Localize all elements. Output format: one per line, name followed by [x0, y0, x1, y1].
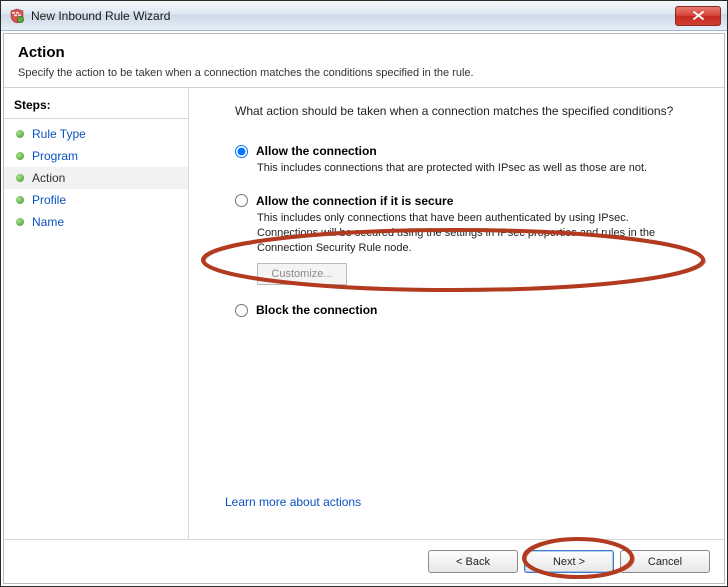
bullet-icon	[16, 130, 24, 138]
close-button[interactable]	[675, 6, 721, 26]
steps-heading: Steps:	[4, 94, 188, 119]
option-block-label: Block the connection	[256, 303, 377, 317]
option-allow-label: Allow the connection	[256, 144, 377, 158]
steps-sidebar: Steps: Rule Type Program Action Profile	[4, 88, 189, 539]
wizard-window: New Inbound Rule Wizard Action Specify t…	[0, 0, 728, 587]
titlebar: New Inbound Rule Wizard	[1, 1, 727, 31]
step-label: Profile	[32, 193, 66, 207]
page-title: Action	[18, 44, 710, 61]
step-label: Action	[32, 171, 65, 185]
step-label: Rule Type	[32, 127, 86, 141]
radio-block[interactable]	[235, 304, 248, 317]
wizard-content: Steps: Rule Type Program Action Profile	[4, 88, 724, 539]
bullet-icon	[16, 174, 24, 182]
firewall-app-icon	[9, 8, 25, 24]
step-profile[interactable]: Profile	[4, 189, 188, 211]
step-label: Name	[32, 215, 64, 229]
cancel-button[interactable]: Cancel	[620, 550, 710, 573]
learn-more-link[interactable]: Learn more about actions	[225, 495, 702, 509]
close-icon	[693, 11, 704, 20]
wizard-body: Action Specify the action to be taken wh…	[3, 33, 725, 584]
page-subtitle: Specify the action to be taken when a co…	[18, 67, 710, 79]
step-rule-type[interactable]: Rule Type	[4, 123, 188, 145]
option-block: Block the connection	[235, 303, 702, 320]
main-panel: What action should be taken when a conne…	[189, 88, 724, 539]
bullet-icon	[16, 152, 24, 160]
step-action[interactable]: Action	[4, 167, 188, 189]
option-secure-label: Allow the connection if it is secure	[256, 194, 453, 208]
wizard-header: Action Specify the action to be taken wh…	[4, 34, 724, 88]
step-name[interactable]: Name	[4, 211, 188, 233]
option-allow: Allow the connection This includes conne…	[235, 144, 702, 176]
bullet-icon	[16, 196, 24, 204]
step-program[interactable]: Program	[4, 145, 188, 167]
step-label: Program	[32, 149, 78, 163]
back-button[interactable]: < Back	[428, 550, 518, 573]
question-text: What action should be taken when a conne…	[235, 104, 702, 118]
option-allow-desc: This includes connections that are prote…	[257, 161, 687, 176]
option-allow-secure: Allow the connection if it is secure Thi…	[235, 194, 702, 286]
wizard-button-row: < Back Next > Cancel	[4, 539, 724, 583]
radio-allow[interactable]	[235, 145, 248, 158]
window-title: New Inbound Rule Wizard	[31, 9, 675, 23]
next-button[interactable]: Next >	[524, 550, 614, 573]
radio-allow-secure[interactable]	[235, 194, 248, 207]
customize-button: Customize...	[257, 263, 347, 285]
bullet-icon	[16, 218, 24, 226]
option-secure-desc: This includes only connections that have…	[257, 211, 687, 256]
